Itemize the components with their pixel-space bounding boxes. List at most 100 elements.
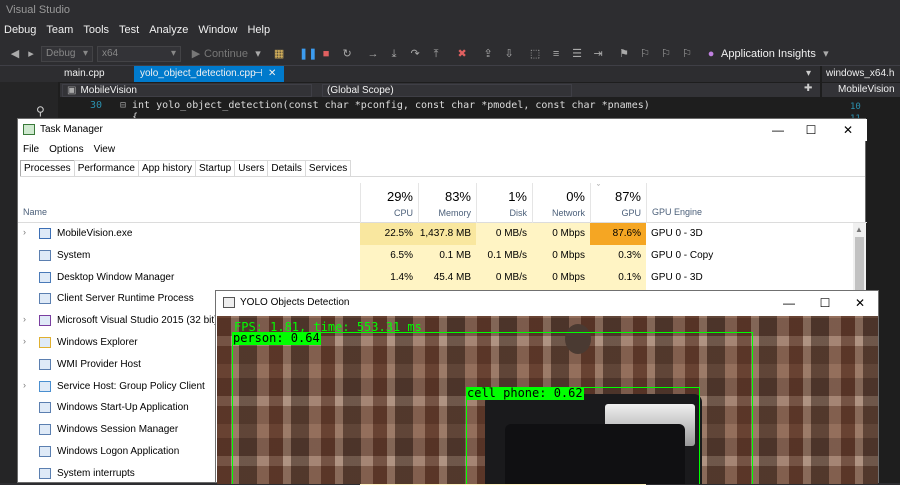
bookmark-icon[interactable]: ⚑ [618,48,630,60]
split-icon[interactable]: ✚ [804,83,812,94]
line-number: 10 [850,102,861,112]
scroll-up-icon[interactable]: ▲ [855,225,863,234]
column-name[interactable]: Name [23,207,47,217]
process-icon [39,380,51,392]
app-insights-button[interactable]: Application Insights [721,48,816,60]
process-icon [39,271,51,283]
tab-processes[interactable]: Processes [20,160,75,176]
chevron-down-icon[interactable]: ▾ [820,48,832,60]
expand-chevron-icon[interactable]: › [23,227,26,237]
process-name: Windows Session Manager [57,424,179,436]
close-icon[interactable]: ✕ [268,68,276,79]
restart-icon[interactable]: ↻ [341,48,353,60]
collapse-icon[interactable]: ⊟ [120,100,126,111]
deploy-icon[interactable]: ⇩ [503,48,515,60]
maximize-button[interactable]: ☐ [810,292,840,314]
tab-performance[interactable]: Performance [73,160,139,176]
chevron-down-icon[interactable]: ▾ [252,48,264,60]
process-icon [39,358,51,370]
continue-button[interactable]: Continue [204,48,248,60]
back-icon[interactable]: ◀ [9,48,21,60]
bookmark-clear-icon[interactable]: ⚐ [681,48,693,60]
breakpoint-toggle-icon[interactable]: ✖ [456,48,468,60]
expand-chevron-icon[interactable]: › [23,380,26,390]
code-editor[interactable]: 30 ⊟ int yolo_object_detection(const cha… [60,98,820,123]
tab-startup[interactable]: Startup [194,160,236,176]
forward-icon[interactable]: ▸ [25,48,37,60]
menu-file[interactable]: File [18,142,44,158]
column-disk[interactable]: 1% Disk [476,183,532,223]
continue-icon[interactable]: ▶ [190,48,202,60]
menu-help[interactable]: Help [243,20,276,42]
tab-main-cpp[interactable]: main.cpp [58,66,111,82]
minimize-button[interactable]: — [774,292,804,314]
tab-app-history[interactable]: App history [137,160,196,176]
cell-gpu: 87.6% [590,223,646,245]
process-row[interactable]: Desktop Window Manager 1.4% 45.4 MB 0 MB/s 0… [18,266,867,289]
stop-icon[interactable]: ■ [320,48,332,60]
align-icon[interactable]: ≡ [550,48,562,60]
pause-icon[interactable]: ❚❚ [299,48,317,60]
column-cpu[interactable]: 29% CPU [360,183,418,223]
line-number: 30 [90,100,103,111]
menu-view[interactable]: View [89,142,121,158]
column-memory[interactable]: 83% Memory [418,183,476,223]
menu-tools[interactable]: Tools [79,20,115,42]
scroll-thumb[interactable] [855,237,864,297]
project-dropdown[interactable]: ▣ MobileVision [62,84,312,97]
maximize-button[interactable]: ☐ [796,119,826,141]
tab-details[interactable]: Details [267,160,306,176]
config-select[interactable]: Debug ▾ [41,45,93,62]
person-detection-label: person: 0.64 [232,331,321,345]
close-button[interactable]: ✕ [845,292,875,314]
code-line: int yolo_object_detection(const char *pc… [132,100,650,111]
attach-icon[interactable]: ▦ [273,48,285,60]
vs-title: Visual Studio [6,4,71,16]
tab-windows-x64-h[interactable]: windows_x64.h [822,66,900,82]
cell-cpu: 1.4% [360,266,418,289]
step-into-icon[interactable]: ⤓ [388,48,400,60]
show-next-statement-icon[interactable]: → [367,48,379,60]
cell-gpu-engine: GPU 0 - 3D [651,228,703,239]
tab-services[interactable]: Services [304,160,352,176]
process-row[interactable]: System 6.5% 0.1 MB 0.1 MB/s 0 Mbps 0.3% GPU 0 … [18,244,867,267]
minimize-button[interactable]: — [763,119,793,141]
cell-network: 0 Mbps [532,223,590,245]
process-name: Service Host: Group Policy Client [57,380,205,392]
close-button[interactable]: ✕ [833,119,863,141]
column-network[interactable]: 0% Network [532,183,590,223]
format-icon[interactable]: ☰ [571,48,583,60]
menu-window[interactable]: Window [194,20,243,42]
process-icon [39,424,51,436]
cell-disk: 0.1 MB/s [476,244,532,267]
process-icon [39,228,51,239]
tab-overflow-icon[interactable]: ▾ [806,68,811,79]
indent-icon[interactable]: ⇥ [592,48,604,60]
step-over-icon[interactable]: ↷ [409,48,421,60]
platform-select[interactable]: x64 ▾ [97,45,181,62]
right-code-overflow [878,118,900,483]
tab-yolo-object-detection[interactable]: yolo_object_detection.cpp ⊣ ✕ [134,66,284,82]
column-gpu-engine[interactable]: GPU Engine [646,183,867,223]
tab-users[interactable]: Users [234,160,269,176]
menu-team[interactable]: Team [42,20,79,42]
cell-disk: 0 MB/s [476,266,532,289]
bookmark-next-icon[interactable]: ⚐ [660,48,672,60]
search-icon[interactable]: ⚲ [36,104,45,118]
menu-debug[interactable]: Debug [0,20,42,42]
expand-chevron-icon[interactable]: › [23,336,26,346]
select-icon[interactable]: ⬚ [529,48,541,60]
expand-chevron-icon[interactable]: › [23,314,26,324]
scope-dropdown[interactable]: (Global Scope) [322,84,572,97]
right-project-dropdown[interactable]: MobileVision [822,83,900,97]
yolo-title: YOLO Objects Detection [240,297,350,308]
menu-test[interactable]: Test [115,20,145,42]
pin-icon[interactable]: ⊣ [254,68,263,79]
step-out-icon[interactable]: ⤒ [430,48,442,60]
column-gpu[interactable]: ˇ 87% GPU [590,183,646,223]
menu-options[interactable]: Options [44,142,88,158]
publish-icon[interactable]: ⇪ [482,48,494,60]
menu-analyze[interactable]: Analyze [145,20,194,42]
process-row[interactable]: › MobileVision.exe 22.5% 1,437.8 MB 0 MB/s 0 … [18,223,867,245]
bookmark-prev-icon[interactable]: ⚐ [639,48,651,60]
